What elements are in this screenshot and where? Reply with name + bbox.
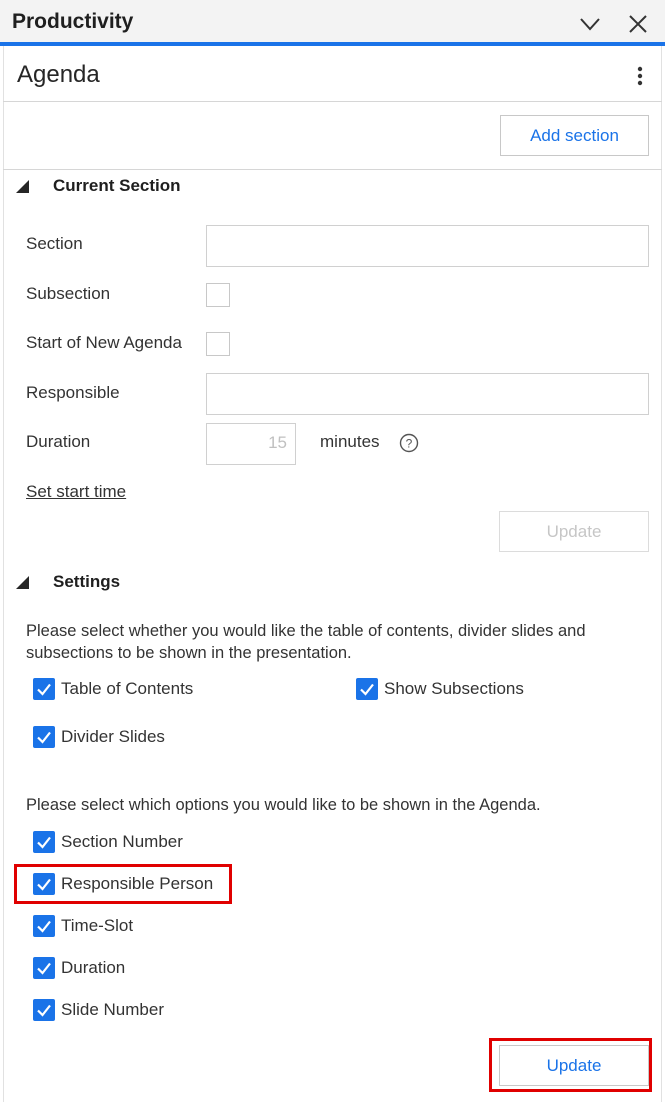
divider <box>3 169 662 170</box>
option-label: Time-Slot <box>61 916 134 935</box>
divider-slides-label: Divider Slides <box>61 727 165 746</box>
highlight-box-update-button <box>489 1038 652 1092</box>
divider-slides-checkbox[interactable]: Divider Slides <box>33 726 233 750</box>
option-label: Slide Number <box>61 1000 164 1019</box>
option-duration-checkbox[interactable]: Duration <box>33 957 233 981</box>
agenda-bar: Agenda <box>3 50 662 102</box>
page-title: Agenda <box>17 61 100 88</box>
checkmark-icon <box>33 915 55 937</box>
option-time-slot-checkbox[interactable]: Time-Slot <box>33 915 233 939</box>
responsible-label: Responsible <box>26 383 120 402</box>
help-icon[interactable]: ? <box>399 433 419 453</box>
chevron-down-icon[interactable] <box>578 12 602 36</box>
show-subsections-label: Show Subsections <box>384 679 524 698</box>
option-section-number-checkbox[interactable]: Section Number <box>33 831 233 855</box>
checkmark-icon <box>356 678 378 700</box>
svg-text:?: ? <box>406 437 413 451</box>
add-section-button[interactable]: Add section <box>500 115 649 156</box>
highlight-box-responsible-person <box>14 864 232 904</box>
duration-label: Duration <box>26 432 91 451</box>
subsection-label: Subsection <box>26 284 111 303</box>
close-icon[interactable] <box>626 12 650 36</box>
checkmark-icon <box>33 957 55 979</box>
responsible-input[interactable] <box>206 373 649 415</box>
duration-unit: minutes <box>320 432 380 451</box>
checkmark-icon <box>33 999 55 1021</box>
checkmark-icon <box>33 678 55 700</box>
subsection-checkbox[interactable] <box>206 283 230 307</box>
section-input[interactable] <box>206 225 649 267</box>
set-start-time-link[interactable]: Set start time <box>26 482 126 502</box>
new-agenda-checkbox[interactable] <box>206 332 230 356</box>
agenda-options-intro-text: Please select which options you would li… <box>26 796 541 814</box>
section-label: Section <box>26 234 83 253</box>
checkmark-icon <box>33 726 55 748</box>
option-label: Duration <box>61 958 126 977</box>
option-slide-number-checkbox[interactable]: Slide Number <box>33 999 233 1023</box>
settings-intro-text: Please select whether you would like the… <box>26 622 586 662</box>
collapse-triangle-icon <box>16 180 29 193</box>
more-options-icon[interactable] <box>636 65 644 87</box>
update-section-button[interactable]: Update <box>499 511 649 552</box>
duration-input[interactable]: 15 <box>206 423 296 465</box>
pane-title: Productivity <box>12 10 134 33</box>
pane-header: Productivity <box>0 0 665 46</box>
new-agenda-label: Start of New Agenda <box>26 333 182 352</box>
toc-label: Table of Contents <box>61 679 194 698</box>
checkmark-icon <box>33 831 55 853</box>
option-label: Section Number <box>61 832 183 851</box>
current-section-heading: Current Section <box>53 176 181 195</box>
settings-heading: Settings <box>53 572 121 591</box>
collapse-triangle-icon <box>16 576 29 589</box>
show-subsections-checkbox[interactable]: Show Subsections <box>356 678 556 702</box>
toc-checkbox[interactable]: Table of Contents <box>33 678 233 702</box>
